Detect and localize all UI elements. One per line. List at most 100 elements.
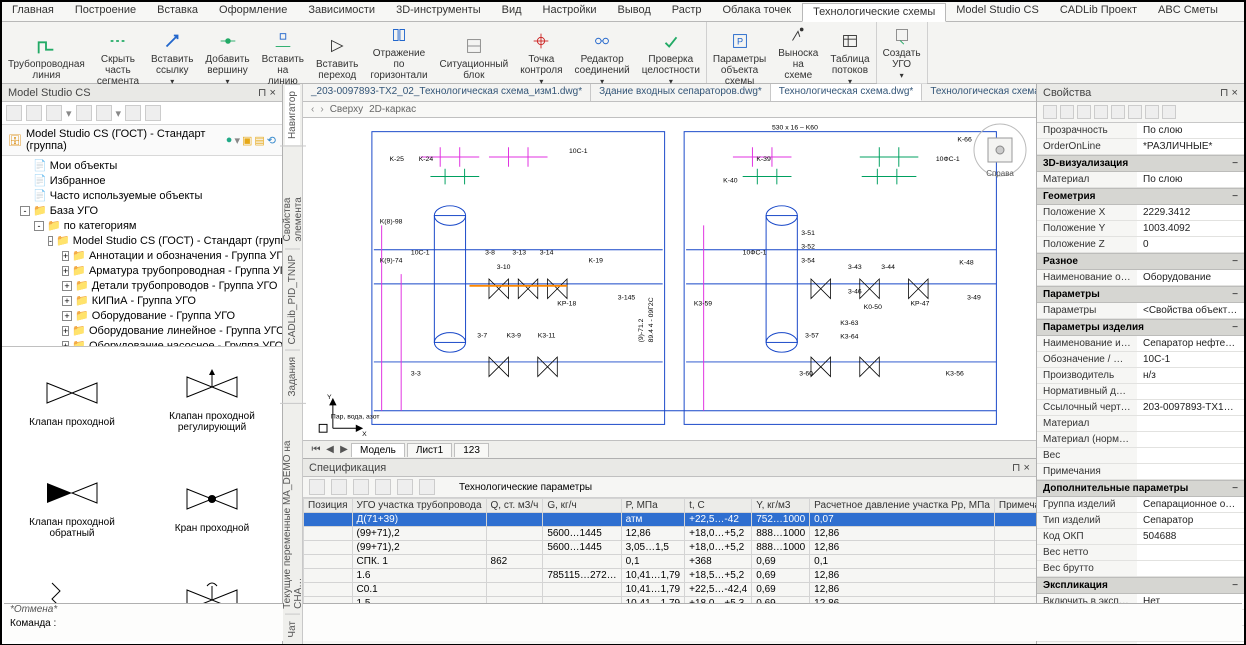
table-row[interactable]: (99+71),25600…14453,05…1,5+18,0…+5,2888…… [304, 541, 1037, 555]
spec-close-icon[interactable]: ⊓ × [1012, 461, 1030, 474]
table-row[interactable]: (99+71),25600…144512,86+18,0…+5,2888…100… [304, 527, 1037, 541]
sheet-nav-first[interactable]: ⏮ [309, 444, 323, 455]
tree-node[interactable]: +📁Оборудование линейное - Группа УГО [62, 323, 282, 338]
prop-section-header[interactable]: Параметры изделия− [1037, 319, 1244, 336]
main-tab[interactable]: Главная [2, 2, 65, 21]
prop-row[interactable]: Наименование изделияСепаратор нефтегазов… [1037, 336, 1244, 352]
doc-tab[interactable]: Технологическая схема.dwg* [771, 84, 923, 101]
prop-row[interactable]: Параметры<Свойства объекта> [1037, 303, 1244, 319]
view-top[interactable]: Сверху [330, 104, 363, 115]
main-tab[interactable]: CADLib Проект [1050, 2, 1148, 21]
side-tab[interactable]: Навигатор [285, 84, 300, 145]
main-tab[interactable]: Зависимости [298, 2, 386, 21]
nav-fwd[interactable]: › [320, 104, 323, 115]
prop-tool-btn[interactable] [1060, 105, 1074, 119]
doc-tab[interactable]: _203-0097893-TX2_02_Технологическая схем… [303, 84, 591, 101]
table-row[interactable]: С0.110,41…1,79+22,5…-42,40,6912,86 [304, 583, 1037, 597]
tree-node[interactable]: -📁База УГО [20, 203, 282, 218]
side-tab[interactable]: Задания [285, 350, 300, 403]
doc-tab[interactable]: Здание входных сепараторов.dwg* [591, 84, 771, 101]
props-close-icon[interactable]: ⊓ × [1220, 86, 1238, 99]
main-tab[interactable]: Model Studio CS [946, 2, 1050, 21]
sheet-tab[interactable]: Модель [351, 443, 405, 457]
main-tab[interactable]: Вид [492, 2, 533, 21]
prop-row[interactable]: ПрозрачностьПо слою [1037, 123, 1244, 139]
tree-node[interactable]: 📄Мои объекты [20, 158, 282, 173]
ribbon-button[interactable]: СоздатьУГО▾ [877, 22, 927, 83]
prop-row[interactable]: Положение Y1003.4092 [1037, 221, 1244, 237]
spec-tool-btn[interactable] [309, 479, 325, 495]
prop-row[interactable]: Материал (норматив) [1037, 432, 1244, 448]
main-tab[interactable]: Облака точек [713, 2, 803, 21]
prop-row[interactable]: Наименование объектаОборудование [1037, 270, 1244, 286]
prop-section-header[interactable]: Геометрия− [1037, 188, 1244, 205]
table-row[interactable]: СПК. 18620,1+3680,690,1 [304, 555, 1037, 569]
back-icon[interactable]: ⟲ [267, 134, 276, 147]
prop-row[interactable]: Вес брутто [1037, 561, 1244, 577]
refresh-icon[interactable]: ● [226, 134, 233, 147]
tool-btn[interactable] [125, 105, 141, 121]
tool-btn[interactable] [26, 105, 42, 121]
tool-btn[interactable] [46, 105, 62, 121]
tree-node[interactable]: +📁КИПиА - Группа УГО [62, 293, 282, 308]
main-tab[interactable]: Оформление [209, 2, 298, 21]
tree-node[interactable]: 📄Избранное [20, 173, 282, 188]
prop-tool-btn[interactable] [1077, 105, 1091, 119]
prop-row[interactable]: Код ОКП504688 [1037, 529, 1244, 545]
prop-section-header[interactable]: Параметры− [1037, 286, 1244, 303]
tree-root-row[interactable]: 🗄 Model Studio CS (ГОСТ) - Стандарт (гру… [2, 125, 282, 156]
main-tab[interactable]: Растр [662, 2, 713, 21]
spec-tool-btn[interactable] [353, 479, 369, 495]
sheet-tab[interactable]: 123 [454, 443, 489, 457]
prop-section-header[interactable]: Разное− [1037, 253, 1244, 270]
prop-row[interactable]: Обозначение / Модель10C-1 [1037, 352, 1244, 368]
prop-row[interactable]: Группа изделийСепарационное оборудо… [1037, 497, 1244, 513]
prop-tool-btn[interactable] [1162, 105, 1176, 119]
prop-row[interactable]: OrderOnLine*РАЗЛИЧНЫЕ* [1037, 139, 1244, 155]
viewcube[interactable]: Справа [972, 122, 1028, 178]
prop-tool-btn[interactable] [1145, 105, 1159, 119]
prop-row[interactable]: Тип изделийСепаратор [1037, 513, 1244, 529]
tree-node[interactable]: +📁Детали трубопроводов - Группа УГО [62, 278, 282, 293]
prop-row[interactable]: Примечания [1037, 464, 1244, 480]
symbol-cell[interactable]: Клапан проходной [2, 347, 142, 453]
prop-tool-btn[interactable] [1094, 105, 1108, 119]
prop-row[interactable]: Положение Z0 [1037, 237, 1244, 253]
main-tab[interactable]: Вывод [607, 2, 661, 21]
side-tab[interactable]: Свойства элемента [280, 145, 306, 247]
tool-btn[interactable] [6, 105, 22, 121]
prop-section-header[interactable]: Дополнительные параметры− [1037, 480, 1244, 497]
prop-tool-btn[interactable] [1111, 105, 1125, 119]
tree-node[interactable]: -📁по категориям [34, 218, 282, 233]
tool-btn[interactable] [96, 105, 112, 121]
side-tab[interactable]: CADLib_PID_TNNP [285, 248, 300, 350]
doc-tab[interactable]: Технологическая схема установки.dwg* [922, 84, 1036, 101]
folder-icon[interactable]: ▣ [242, 134, 252, 147]
side-tab[interactable]: Чат [285, 614, 300, 644]
sheet-nav-prev[interactable]: ◀ [323, 444, 337, 455]
main-tab[interactable]: Вставка [147, 2, 209, 21]
table-row[interactable]: 1.6785115…272…10,41…1,79+18,5…+5,20,6912… [304, 569, 1037, 583]
side-tab[interactable]: Текущие переменные MA_DEMO на CHA… [280, 403, 306, 615]
prop-row[interactable]: Вес [1037, 448, 1244, 464]
prop-row[interactable]: Положение X2229.3412 [1037, 205, 1244, 221]
tree-node[interactable]: +📁Аннотации и обозначения - Группа УГО [62, 248, 282, 263]
open-icon[interactable]: ▤ [254, 134, 264, 147]
sheet-tab[interactable]: Лист1 [407, 443, 452, 457]
spec-tool-btn[interactable] [419, 479, 435, 495]
prop-row[interactable]: Нормативный документ [1037, 384, 1244, 400]
drawing-canvas[interactable]: K-25 K-24 10C-1 K(8)-98 K(9)-74 10C-1 3-… [303, 118, 1036, 440]
nav-back[interactable]: ‹ [311, 104, 314, 115]
tree-node[interactable]: +📁Арматура трубопроводная - Группа УГО [62, 263, 282, 278]
main-tab[interactable]: 3D-инструменты [386, 2, 492, 21]
symbol-cell[interactable]: Кран проходной [142, 453, 282, 559]
tree-node[interactable]: +📁Оборудование - Группа УГО [62, 308, 282, 323]
object-tree[interactable]: 📄Мои объекты📄Избранное📄Часто используемы… [2, 156, 282, 346]
prop-tool-btn[interactable] [1128, 105, 1142, 119]
tree-node[interactable]: 📄Часто используемые объекты [20, 188, 282, 203]
prop-row[interactable]: Производительн/з [1037, 368, 1244, 384]
view-wire[interactable]: 2D-каркас [369, 104, 416, 115]
main-tab[interactable]: Построение [65, 2, 147, 21]
spec-tool-btn[interactable] [375, 479, 391, 495]
spec-tool-btn[interactable] [397, 479, 413, 495]
